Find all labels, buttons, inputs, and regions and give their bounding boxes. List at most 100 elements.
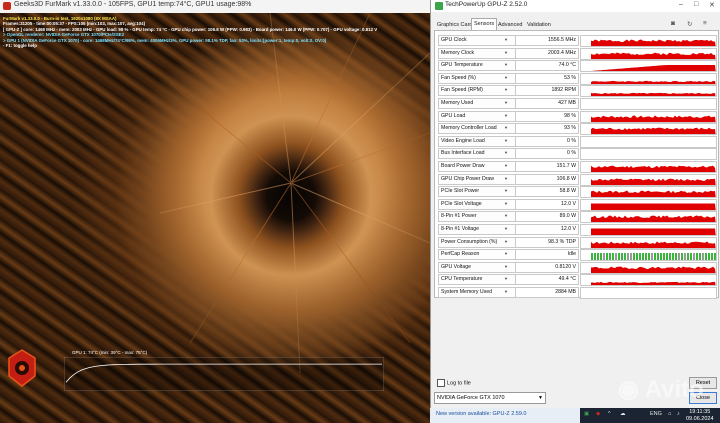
sensor-value: 98.3 % TDP bbox=[515, 236, 579, 248]
sensor-value: 53 % bbox=[515, 72, 579, 84]
sensor-dropdown-icon[interactable]: ▼ bbox=[504, 113, 508, 118]
volume-icon[interactable]: ♪ bbox=[677, 411, 680, 417]
sensor-value: 12.0 V bbox=[515, 224, 579, 235]
log-to-file-checkbox[interactable]: Log to file bbox=[437, 379, 471, 387]
sensor-row: Power Consumption (%) ▼ 98.3 % TDP bbox=[435, 235, 718, 249]
gpuz-tray-icon[interactable]: ▣ bbox=[584, 411, 589, 417]
gpu-select-value: NVIDIA GeForce GTX 1070 bbox=[437, 395, 505, 401]
sensor-row: PCIe Slot Power ▼ 58.8 W bbox=[435, 184, 718, 199]
sensor-row: GPU Voltage ▼ 0.8120 V bbox=[435, 260, 718, 274]
sensor-value: 12.0 V bbox=[515, 198, 579, 210]
sensor-dropdown-icon[interactable]: ▼ bbox=[504, 87, 508, 92]
furmark-tray-icon[interactable]: ◆ bbox=[596, 411, 600, 417]
network-icon[interactable]: ⌂ bbox=[668, 411, 671, 417]
sensor-dropdown-icon[interactable]: ▼ bbox=[504, 75, 508, 80]
sensor-dropdown-icon[interactable]: ▼ bbox=[504, 163, 508, 168]
gpuz-window-title: TechPowerUp GPU-Z 2.52.0 bbox=[445, 1, 528, 8]
chevron-up-icon[interactable]: ^ bbox=[608, 411, 611, 417]
sensor-row: PerfCap Reason ▼ Idle bbox=[435, 247, 718, 262]
sensor-value: 0 % bbox=[515, 135, 579, 147]
furmark-titlebar[interactable]: Geeks3D FurMark v1.33.0.0 - 105FPS, GPU1… bbox=[0, 0, 430, 14]
screenshot-camera-icon[interactable]: ◙ bbox=[671, 20, 675, 27]
sensor-value: 58.8 W bbox=[515, 186, 579, 198]
sensor-dropdown-icon[interactable]: ▼ bbox=[504, 276, 508, 281]
minimize-icon[interactable]: – bbox=[679, 1, 683, 8]
sensor-dropdown-icon[interactable]: ▼ bbox=[504, 138, 508, 143]
sensor-row: PCIe Slot Voltage ▼ 12.0 V bbox=[435, 197, 718, 211]
tab-sensors[interactable]: Sensors bbox=[471, 18, 498, 30]
sensor-dropdown-icon[interactable]: ▼ bbox=[504, 37, 508, 42]
sensor-row: Video Engine Load ▼ 0 % bbox=[435, 134, 718, 148]
chevron-down-icon: ▼ bbox=[538, 395, 543, 401]
sensor-value: 98 % bbox=[515, 110, 579, 122]
sensor-row: GPU Clock ▼ 1556.5 MHz bbox=[435, 33, 718, 47]
sensor-dropdown-icon[interactable]: ▼ bbox=[504, 50, 508, 55]
gpu-temp-graph-label: GPU 1: 74°C (min: 39°C - max: 75°C) bbox=[72, 350, 148, 355]
sensor-dropdown-icon[interactable]: ▼ bbox=[504, 201, 508, 206]
sensor-row: Bus Interface Load ▼ 0 % bbox=[435, 146, 718, 161]
furmark-window[interactable]: Geeks3D FurMark v1.33.0.0 - 105FPS, GPU1… bbox=[0, 0, 430, 423]
sensor-dropdown-icon[interactable]: ▼ bbox=[504, 125, 508, 130]
sensors-panel: GPU Clock ▼ 1556.5 MHz Memory Clock ▼ 2003.4 … bbox=[434, 30, 719, 299]
sensor-value: 106.8 W bbox=[515, 173, 579, 185]
checkbox-box[interactable] bbox=[437, 379, 445, 387]
gpuz-titlebar[interactable]: TechPowerUp GPU-Z 2.52.0 – □ ✕ bbox=[431, 0, 720, 12]
gpu-select-dropdown[interactable]: NVIDIA GeForce GTX 1070 ▼ bbox=[434, 392, 546, 404]
furmark-logo-icon bbox=[8, 349, 36, 387]
watermark-text: Avito bbox=[644, 376, 704, 403]
sensor-value: 1892 RPM bbox=[515, 85, 579, 97]
sensor-row: GPU Chip Power Draw ▼ 106.8 W bbox=[435, 172, 718, 186]
sensor-row: 8-Pin #1 Power ▼ 89.0 W bbox=[435, 209, 718, 224]
overlay-line: - F1: toggle help bbox=[3, 43, 37, 49]
menu-icon[interactable]: ≡ bbox=[703, 20, 707, 27]
sensor-value: 2884 MB bbox=[515, 287, 579, 298]
sensor-row: GPU Load ▼ 98 % bbox=[435, 109, 718, 123]
sensor-row: Fan Speed (%) ▼ 53 % bbox=[435, 71, 718, 85]
furmark-stats-overlay: FurMark v1.33.0.0 - Burn-in test, 1920x1… bbox=[3, 16, 423, 48]
sensor-dropdown-icon[interactable]: ▼ bbox=[504, 176, 508, 181]
language-indicator[interactable]: ENG bbox=[650, 411, 662, 417]
gpuz-window[interactable]: TechPowerUp GPU-Z 2.52.0 – □ ✕ Graphics … bbox=[430, 0, 720, 408]
sensor-dropdown-icon[interactable]: ▼ bbox=[504, 62, 508, 67]
sensor-value: 89.0 W bbox=[515, 211, 579, 223]
sensor-dropdown-icon[interactable]: ▼ bbox=[504, 188, 508, 193]
sensor-dropdown-icon[interactable]: ▼ bbox=[504, 150, 508, 155]
maximize-icon[interactable]: □ bbox=[694, 1, 698, 8]
close-window-icon[interactable]: ✕ bbox=[709, 1, 715, 9]
sensor-value: 74.0 °C bbox=[515, 60, 579, 72]
sensor-row: GPU Temperature ▼ 74.0 °C bbox=[435, 58, 718, 73]
sensor-value: 0.8120 V bbox=[515, 261, 579, 273]
sensor-value: Idle bbox=[515, 249, 579, 261]
sensor-value: 93 % bbox=[515, 123, 579, 135]
sensor-row: Memory Controller Load ▼ 93 % bbox=[435, 121, 718, 136]
refresh-icon[interactable]: ↻ bbox=[687, 20, 692, 28]
gpuz-app-icon bbox=[435, 2, 443, 10]
sensor-row: 8-Pin #1 Voltage ▼ 12.0 V bbox=[435, 222, 718, 236]
clock-time: 19:11:35 bbox=[689, 409, 711, 415]
sensor-row: System Memory Used ▼ 2884 MB bbox=[435, 285, 718, 299]
sensor-row: Board Power Draw ▼ 151.7 W bbox=[435, 159, 718, 173]
update-notification-text[interactable]: New version available: GPU-Z 2.59.0 bbox=[436, 411, 526, 417]
sensor-dropdown-icon[interactable]: ▼ bbox=[504, 226, 508, 231]
sensor-dropdown-icon[interactable]: ▼ bbox=[504, 239, 508, 244]
sensor-value: 427 MB bbox=[515, 98, 579, 109]
sensor-row: Memory Used ▼ 427 MB bbox=[435, 96, 718, 110]
sensor-value: 151.7 W bbox=[515, 161, 579, 172]
furmark-window-title: Geeks3D FurMark v1.33.0.0 - 105FPS, GPU1… bbox=[14, 1, 252, 8]
sensor-value: 2003.4 MHz bbox=[515, 47, 579, 59]
sensor-row: Memory Clock ▼ 2003.4 MHz bbox=[435, 46, 718, 60]
avito-watermark: ◉ Avito bbox=[618, 376, 704, 403]
sensor-value: 0 % bbox=[515, 148, 579, 160]
sensor-dropdown-icon[interactable]: ▼ bbox=[504, 213, 508, 218]
sensor-graph bbox=[580, 287, 717, 299]
sensor-dropdown-icon[interactable]: ▼ bbox=[504, 100, 508, 105]
onedrive-cloud-icon[interactable]: ☁ bbox=[620, 411, 626, 417]
system-tray: ▣ ◆ ^ ☁ ENG ⌂ ♪ 19:11:35 09.06.2024 bbox=[580, 408, 720, 423]
furmark-app-icon bbox=[3, 2, 11, 10]
sensor-dropdown-icon[interactable]: ▼ bbox=[504, 251, 508, 256]
sensor-value: 49.4 °C bbox=[515, 274, 579, 286]
log-to-file-label: Log to file bbox=[447, 380, 471, 387]
sensor-dropdown-icon[interactable]: ▼ bbox=[504, 289, 508, 294]
taskbar-clock[interactable]: 19:11:35 09.06.2024 bbox=[686, 409, 714, 422]
sensor-dropdown-icon[interactable]: ▼ bbox=[504, 264, 508, 269]
